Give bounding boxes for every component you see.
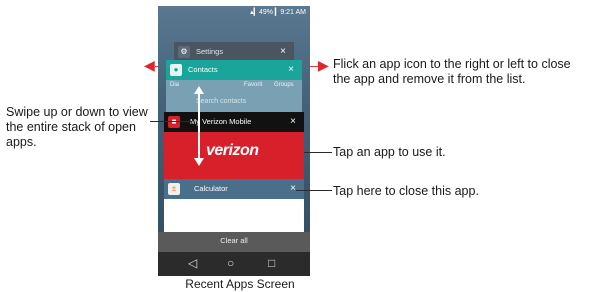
tap-use-callout-line bbox=[304, 152, 332, 153]
swipe-arrow-icon bbox=[194, 86, 204, 166]
settings-card[interactable]: ⚙ Settings × bbox=[174, 42, 294, 62]
verizon-close-icon[interactable]: × bbox=[290, 112, 296, 132]
calculator-card[interactable]: ± Calculator × bbox=[164, 179, 304, 235]
contacts-close-icon[interactable]: × bbox=[288, 60, 294, 80]
tap-use-annotation: Tap an app to use it. bbox=[333, 145, 446, 159]
clear-all-button[interactable]: Clear all bbox=[158, 236, 310, 245]
contacts-tabs: Dia Favorit Groups bbox=[166, 80, 302, 92]
swipe-annotation: Swipe up or down to view the entire stac… bbox=[6, 105, 148, 149]
gear-icon: ⚙ bbox=[178, 46, 190, 58]
calculator-card-label: Calculator bbox=[194, 184, 228, 193]
settings-card-label: Settings bbox=[196, 47, 224, 56]
flick-annotation: Flick an app icon to the right or left t… bbox=[333, 57, 571, 86]
status-bar: ▴▎49% ▎9:21 AM bbox=[250, 9, 306, 16]
tap-close-annotation: Tap here to close this app. bbox=[333, 184, 479, 198]
contacts-tab-dial: Dia bbox=[170, 82, 180, 88]
settings-close-icon[interactable]: × bbox=[280, 42, 286, 62]
verizon-icon: ■ bbox=[168, 116, 180, 128]
verizon-logo: verizon bbox=[206, 142, 259, 159]
home-icon[interactable]: ○ bbox=[227, 256, 234, 270]
nav-bar: ◁ ○ □ bbox=[158, 252, 310, 276]
phone-screen: ▴▎49% ▎9:21 AM ⚙ Settings × ● Contacts ×… bbox=[158, 6, 310, 276]
contacts-card-label: Contacts bbox=[188, 65, 218, 74]
screen-caption: Recent Apps Screen bbox=[185, 277, 295, 291]
tap-close-callout-line bbox=[296, 190, 332, 191]
recents-icon[interactable]: □ bbox=[268, 256, 275, 270]
contacts-tab-groups: Groups bbox=[274, 82, 294, 88]
contacts-tab-favorites: Favorit bbox=[244, 82, 263, 88]
back-icon[interactable]: ◁ bbox=[188, 256, 197, 270]
verizon-card-header: ■ My Verizon Mobile × bbox=[164, 112, 304, 132]
calculator-card-header: ± Calculator × bbox=[164, 179, 304, 199]
calculator-close-icon[interactable]: × bbox=[290, 179, 296, 199]
verizon-card[interactable]: ■ My Verizon Mobile × verizon bbox=[164, 112, 304, 182]
calculator-icon: ± bbox=[168, 183, 180, 195]
swipe-callout-line bbox=[150, 121, 192, 122]
contact-icon: ● bbox=[170, 64, 182, 76]
contacts-card-header: ● Contacts × bbox=[166, 60, 302, 80]
contacts-card[interactable]: ● Contacts × Dia Favorit Groups Search c… bbox=[166, 60, 302, 118]
